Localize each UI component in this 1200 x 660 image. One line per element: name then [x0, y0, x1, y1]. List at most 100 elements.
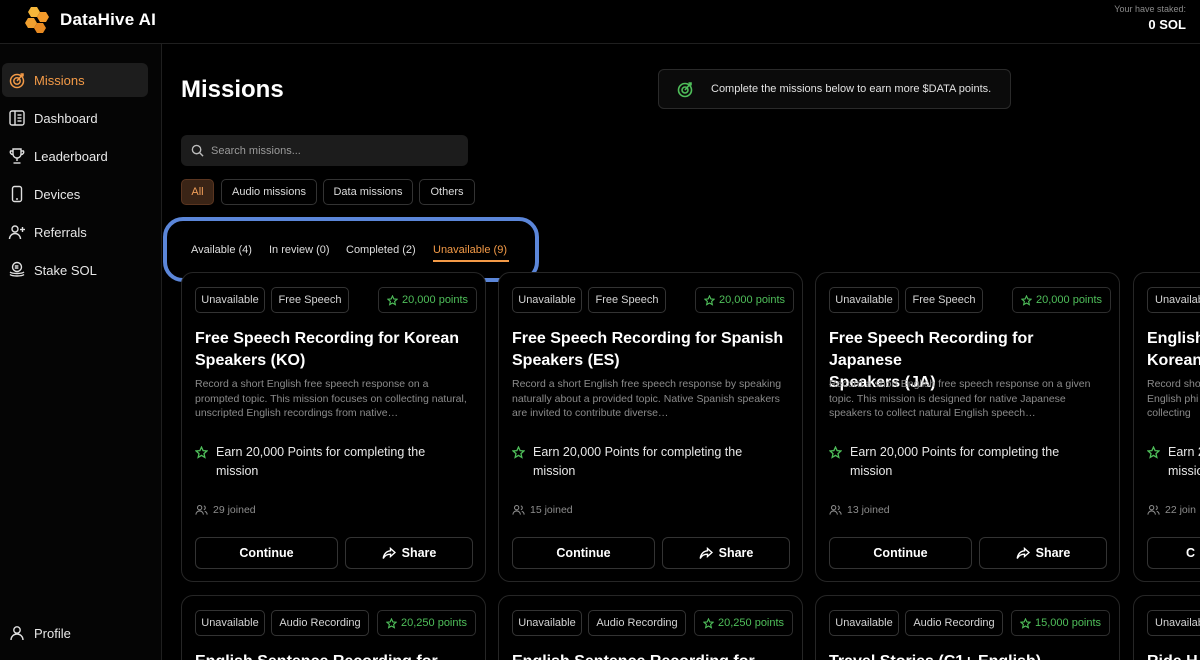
stake-label: Your have staked:: [1114, 4, 1186, 14]
status-badge: Unavailable: [1147, 287, 1200, 313]
star-icon: [386, 617, 397, 629]
joined-count: 15 joined: [512, 504, 573, 516]
hive-logo-icon: [25, 7, 49, 33]
star-icon: [195, 446, 208, 459]
stake-value: 0 SOL: [1148, 17, 1186, 32]
continue-button[interactable]: Continue: [512, 537, 655, 569]
mission-title: English Sentence Recording for: [195, 651, 475, 660]
sidebar-item-label: Profile: [34, 625, 71, 641]
sidebar-item-label: Devices: [34, 186, 81, 202]
search-icon: [191, 144, 204, 157]
users-icon: [829, 505, 842, 515]
coins-icon: [9, 261, 25, 277]
tab-unavailable[interactable]: Unavailable (9): [433, 244, 507, 256]
trophy-icon: [9, 148, 25, 164]
mission-card: Unavailable Free Speech 20,000 points Fr…: [498, 272, 803, 582]
filter-others[interactable]: Others: [419, 179, 475, 205]
search-bar[interactable]: [181, 135, 468, 166]
status-badge: Unavailable: [195, 610, 265, 636]
status-badge: Unavailable: [829, 610, 899, 636]
tab-completed[interactable]: Completed (2): [346, 244, 416, 256]
mission-title: Free Speech Recording for Korean Speakers…: [195, 330, 460, 369]
category-badge: Free Speech: [905, 287, 983, 313]
filter-all[interactable]: All: [181, 179, 214, 205]
users-icon: [512, 505, 525, 515]
sidebar-item-label: Dashboard: [34, 110, 98, 126]
mission-title: Ride H: [1147, 651, 1200, 660]
points-badge: 20,250 points: [377, 610, 477, 636]
mission-reward: Earn 2missio: [1147, 443, 1200, 481]
joined-count: 13 joined: [829, 504, 890, 516]
filter-audio-missions[interactable]: Audio missions: [221, 179, 317, 205]
top-bar: DataHive AI Your have staked: 0 SOL: [0, 0, 1200, 44]
mission-card: Unavailable Audio Recording 20,250 point…: [181, 595, 486, 660]
star-icon: [703, 617, 714, 629]
continue-button[interactable]: C: [1147, 537, 1200, 569]
star-icon: [704, 294, 715, 306]
star-icon: [387, 294, 398, 306]
star-icon: [512, 446, 525, 459]
status-badge: Unavailable: [512, 287, 582, 313]
continue-button[interactable]: Continue: [829, 537, 972, 569]
sidebar-item-missions[interactable]: Missions: [2, 63, 148, 97]
star-icon: [1021, 294, 1032, 306]
share-button[interactable]: Share: [662, 537, 790, 569]
sidebar-item-leaderboard[interactable]: Leaderboard: [2, 139, 148, 173]
tab-in-review[interactable]: In review (0): [269, 244, 330, 256]
brand[interactable]: DataHive AI: [22, 6, 156, 34]
page-title: Missions: [181, 76, 284, 103]
mission-title: Travel Stories (C1+ English): [829, 651, 1109, 660]
star-icon: [829, 446, 842, 459]
mission-title: English Sentence Recording for: [512, 651, 792, 660]
joined-count: 22 join: [1147, 504, 1196, 516]
category-badge: Audio Recording: [905, 610, 1003, 636]
target-icon: [9, 73, 25, 89]
mission-title: Free Speech Recording for Spanish Speaker…: [512, 330, 784, 369]
star-icon: [1147, 446, 1160, 459]
share-button[interactable]: Share: [345, 537, 473, 569]
category-badge: Free Speech: [588, 287, 666, 313]
users-icon: [195, 505, 208, 515]
mission-card: Unavailable Audio Recording 20,250 point…: [498, 595, 803, 660]
mission-reward: Earn 20,000 Points for completing the mis…: [829, 443, 1109, 481]
status-badge: Unavailable: [195, 287, 265, 313]
tab-available[interactable]: Available (4): [191, 244, 252, 256]
search-input[interactable]: [211, 144, 451, 157]
users-icon: [1147, 505, 1160, 515]
status-badge: Unavailable: [1147, 610, 1200, 636]
mission-reward: Earn 20,000 Points for completing the mis…: [195, 443, 475, 481]
points-badge: 15,000 points: [1011, 610, 1111, 636]
mission-description: Record sho English phi collecting: [1147, 378, 1200, 419]
share-button[interactable]: Share: [979, 537, 1107, 569]
sidebar-item-label: Missions: [34, 72, 85, 88]
sidebar-item-dashboard[interactable]: Dashboard: [2, 101, 148, 135]
stake-info: Your have staked: 0 SOL: [1114, 4, 1186, 32]
continue-button[interactable]: Continue: [195, 537, 338, 569]
mission-card: Unavailable EnglishKorean Record sho Eng…: [1133, 272, 1200, 582]
status-badge: Unavailable: [512, 610, 582, 636]
mission-description: Record a short English free speech respo…: [195, 378, 467, 419]
sidebar-item-stake-sol[interactable]: Stake SOL: [2, 253, 148, 287]
brand-name: DataHive AI: [60, 10, 157, 29]
dashboard-icon: [9, 110, 25, 126]
status-badge: Unavailable: [829, 287, 899, 313]
sidebar-item-label: Stake SOL: [34, 262, 97, 278]
sidebar-item-profile[interactable]: Profile: [2, 616, 148, 650]
mission-card: Unavailable Free Speech 20,000 points Fr…: [181, 272, 486, 582]
filter-data-missions[interactable]: Data missions: [323, 179, 413, 205]
mission-description: Record a short English free speech respo…: [512, 378, 782, 419]
points-badge: 20,000 points: [378, 287, 478, 313]
sidebar-item-devices[interactable]: Devices: [2, 177, 148, 211]
mission-card: Unavailable Ride H: [1133, 595, 1200, 660]
points-badge: 20,000 points: [695, 287, 795, 313]
category-badge: Free Speech: [271, 287, 349, 313]
missions-notice: Complete the missions below to earn more…: [658, 69, 1011, 109]
category-badge: Audio Recording: [271, 610, 369, 636]
mission-reward: Earn 20,000 Points for completing the mis…: [512, 443, 792, 481]
notice-text: Complete the missions below to earn more…: [711, 83, 992, 95]
sidebar-item-referrals[interactable]: Referrals: [2, 215, 148, 249]
phone-icon: [11, 185, 23, 203]
sidebar: Missions Dashboard Leaderboard Devices R…: [0, 44, 162, 660]
sidebar-item-label: Referrals: [34, 224, 87, 240]
share-icon: [699, 546, 713, 559]
